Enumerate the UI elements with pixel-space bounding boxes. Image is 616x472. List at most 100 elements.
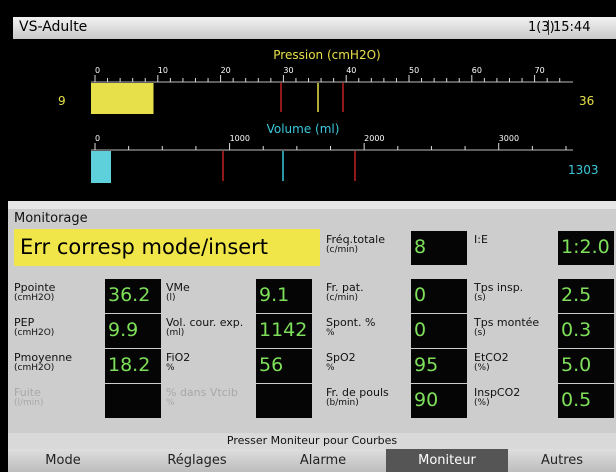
pressure-ticks (94, 75, 561, 82)
tab-moniteur[interactable]: Moniteur (386, 449, 508, 472)
param-unit: (l) (166, 293, 176, 303)
param-value-pmoyenne: 18.2 (105, 349, 161, 383)
param-unit: (cmH2O) (14, 363, 55, 373)
volume-scale-label: 3000 (499, 134, 519, 143)
param-label-dans-vtcib: % dans Vtcib% (166, 387, 238, 409)
param-name: Vol. cour. exp. (166, 316, 244, 329)
param-name: FiO2 (166, 351, 191, 364)
param-name: I:E (474, 233, 488, 246)
menu-tabs: Mode Réglages Alarme Moniteur Autres (8, 449, 616, 472)
volume-scale-label: 0 (95, 134, 100, 143)
param-label-fr-de-pouls: Fr. de pouls (b/min) (326, 387, 389, 409)
param-value-fuite (105, 384, 161, 418)
param-name: Pmoyenne (14, 351, 73, 364)
param-value-etco2: 5.0 (558, 349, 614, 383)
param-label-spont: Spont. %% (326, 317, 375, 339)
pressure-scale-label: 60 (472, 66, 482, 75)
param-unit: (c/min) (326, 245, 358, 255)
param-value-fio2: 56 (256, 349, 312, 383)
param-value-i-e: 1:2.0 (558, 231, 614, 265)
pressure-min-value: 9 (58, 94, 66, 108)
param-name: VMe (166, 281, 190, 294)
alarm-banner[interactable]: Err corresp mode/insert (14, 229, 320, 266)
pressure-scale-label: 0 (95, 66, 100, 75)
param-name: InspCO2 (474, 386, 521, 399)
param-unit: (s) (474, 293, 486, 303)
param-value-spo2: 95 (411, 349, 467, 383)
volume-scale-label: 1000 (230, 134, 250, 143)
tab-autres[interactable]: Autres (508, 453, 616, 468)
tab-mode[interactable]: Mode (8, 453, 118, 468)
param-name: EtCO2 (474, 351, 509, 364)
param-unit: (cmH2O) (14, 328, 55, 338)
param-value-dans-vtcib (256, 384, 312, 418)
param-value-fr-de-pouls: 90 (411, 384, 467, 418)
title-bar: VS-Adulte 1(3) 15:44 (13, 17, 616, 39)
monitoring-title: Monitorage (14, 211, 88, 226)
param-name: % dans Vtcib (166, 386, 238, 399)
param-label-inspco2: InspCO2 (%) (474, 387, 520, 409)
param-unit: % (326, 328, 335, 338)
mode-title: VS-Adulte (19, 19, 88, 35)
pressure-scale-label: 30 (283, 66, 293, 75)
param-label-fr-pat: Fr. pat. (c/min) (326, 282, 364, 304)
bar-graph-svg: Pression (cmH2O) 0 10 20 30 40 50 60 70 9 36 Vo… (58, 48, 599, 183)
param-label-ppointe: Ppointe (cmH2O) (14, 282, 55, 304)
param-label-vme: VMe (l) (166, 282, 190, 304)
pressure-title: Pression (cmH2O) (273, 48, 380, 62)
param-value-fr-pat: 0 (411, 279, 467, 313)
pressure-scale-label: 50 (409, 66, 419, 75)
section-divider (8, 201, 616, 209)
tab-alarme[interactable]: Alarme (260, 453, 386, 468)
volume-ticks (94, 143, 567, 150)
param-label-i-e: I:E (474, 234, 488, 245)
param-unit: % (166, 398, 175, 408)
tab-r-glages[interactable]: Réglages (134, 453, 260, 468)
param-value-spont: 0 (411, 314, 467, 348)
param-value-tps-insp: 2.5 (558, 279, 614, 313)
volume-max-value: 1303 (568, 163, 599, 177)
param-name: Spont. % (326, 316, 376, 329)
param-label-pmoyenne: Pmoyenne (cmH2O) (14, 352, 72, 374)
param-unit: (%) (474, 398, 490, 408)
param-label-spo2: SpO2% (326, 352, 356, 374)
bar-graph-panel: Pression (cmH2O) 0 10 20 30 40 50 60 70 9 36 Vo… (13, 39, 616, 201)
param-value-fr-q-totale: 8 (411, 231, 467, 265)
param-unit: % (166, 363, 175, 373)
param-name: Tps insp. (474, 281, 524, 294)
param-unit: (s) (474, 328, 486, 338)
param-unit: (%) (474, 363, 490, 373)
param-name: Fréq.totale (326, 233, 385, 246)
pressure-scale-label: 70 (535, 66, 545, 75)
param-label-fio2: FiO2% (166, 352, 190, 374)
param-value-pep: 9.9 (105, 314, 161, 348)
param-label-tps-insp: Tps insp. (s) (474, 282, 523, 304)
param-unit: (l/min) (14, 398, 44, 408)
param-label-vol-cour-exp: Vol. cour. exp. (ml) (166, 317, 243, 339)
volume-bar (91, 151, 111, 183)
param-unit: % (326, 363, 335, 373)
volume-scale-label: 2000 (364, 134, 384, 143)
pressure-scale-labels: 0 10 20 30 40 50 60 70 (95, 66, 545, 75)
param-value-ppointe: 36.2 (105, 279, 161, 313)
volume-title: Volume (ml) (267, 122, 340, 136)
param-value-inspco2: 0.5 (558, 384, 614, 418)
param-name: SpO2 (326, 351, 356, 364)
param-label-etco2: EtCO2 (%) (474, 352, 509, 374)
param-label-fr-q-totale: Fréq.totale (c/min) (326, 234, 385, 256)
param-name: Fr. pat. (326, 281, 364, 294)
param-name: Tps montée (474, 316, 540, 329)
hint-text: Presser Moniteur pour Courbes (8, 433, 616, 449)
param-unit: (cmH2O) (14, 293, 55, 303)
param-name: PEP (14, 316, 35, 329)
param-name: Fuite (14, 386, 41, 399)
pressure-scale-label: 10 (158, 66, 168, 75)
param-unit: (c/min) (326, 293, 358, 303)
pressure-max-value: 36 (579, 94, 594, 108)
param-label-pep: PEP (cmH2O) (14, 317, 54, 339)
pressure-bar (91, 83, 153, 114)
clock: 15:44 (548, 20, 590, 35)
param-name: Ppointe (14, 281, 56, 294)
param-value-vme: 9.1 (256, 279, 312, 313)
param-name: Fr. de pouls (326, 386, 389, 399)
